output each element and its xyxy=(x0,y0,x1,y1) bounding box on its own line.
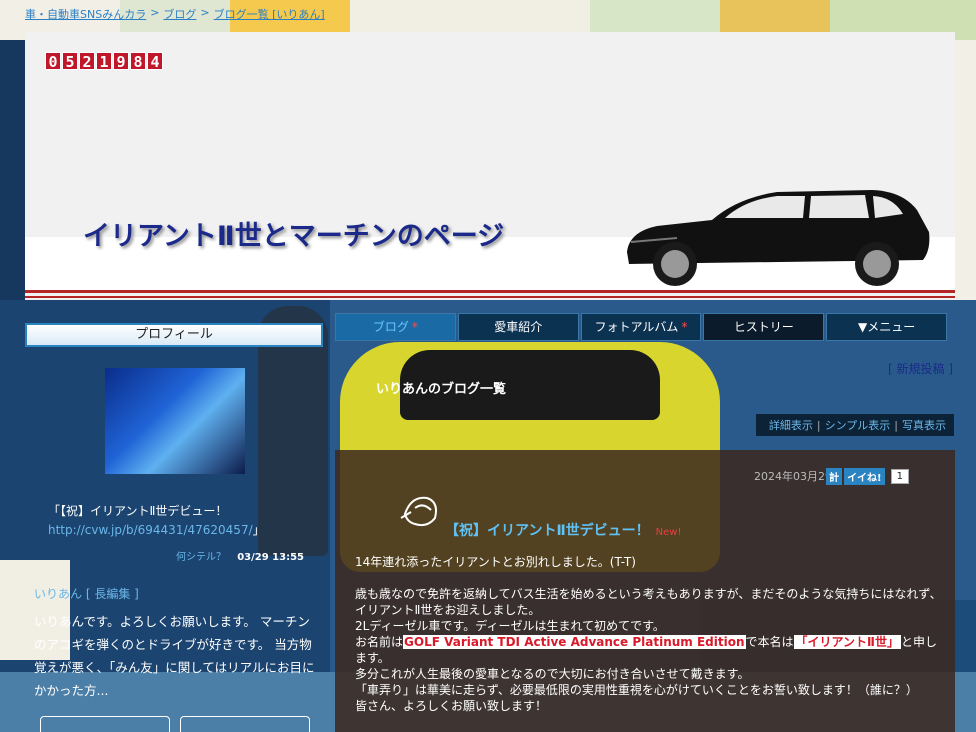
view-detail-link[interactable]: 詳細表示 xyxy=(765,417,817,433)
view-mode-bar: 詳細表示 | シンプル表示 | 写真表示 xyxy=(756,414,954,436)
new-badge: New! xyxy=(655,527,682,538)
nav-label: ブログ xyxy=(372,320,409,334)
nav-label: フォトアルバム xyxy=(594,320,679,334)
like-label[interactable]: イイね! xyxy=(844,468,885,485)
status-meta-link[interactable]: 何シテル？ xyxy=(176,552,226,563)
entry-paragraph: 歳も歳なので免許を返納してバス生活を始めるという考えもありますが、まだそのような… xyxy=(355,587,942,617)
entry-paragraph: 多分これが人生最後の愛車となるので大切にお付き合いさせて戴きます。 xyxy=(355,667,750,681)
breadcrumb-home[interactable]: 車・自動車SNSみんカラ xyxy=(25,6,146,22)
nav-menu[interactable]: ▼メニュー xyxy=(826,313,947,341)
highlight-car-name: 「イリアントⅡ世」 xyxy=(793,635,901,649)
profile-image[interactable] xyxy=(105,368,245,474)
text-run: お名前は xyxy=(355,635,404,649)
like-total-prefix: 計 xyxy=(826,468,843,485)
status-link[interactable]: http://cvw.jp/b/694431/47620457/ xyxy=(48,523,253,537)
blog-category-icon xyxy=(400,496,437,527)
blog-list-title: いりあんのブログ一覧 xyxy=(376,382,507,397)
entry-body: 14年連れ添ったイリアントとお別れしました。(T-T) 歳も歳なので免許を返納し… xyxy=(355,554,945,714)
highlight-model-name: GOLF Variant TDI Active Advance Platinum… xyxy=(403,635,746,649)
entry-paragraph: 2Lディーゼル車です。ディーゼルは生まれて初めてです。 xyxy=(355,619,665,633)
status-date: 03/29 13:55 xyxy=(237,552,304,563)
user-name-row: いりあん [ 長編集 ] xyxy=(34,585,139,602)
user-bio: いりあんです。よろしくお願いします。 マーチンのアコギを弾くのとドライブが好きで… xyxy=(34,614,315,698)
site-header: 0 5 2 1 9 8 4 イリアントⅡ世とマーチンのページ xyxy=(25,32,955,300)
bracket-close: ] xyxy=(944,362,954,376)
entry-title: 【祝】イリアントⅡ世デビュー！ New! xyxy=(445,520,682,540)
bracket-open: [ xyxy=(888,362,897,376)
status-meta: 何シテル？ 03/29 13:55 xyxy=(176,548,304,563)
header-rule xyxy=(25,296,955,298)
user-name[interactable]: いりあん xyxy=(34,587,82,601)
profile-heading: プロフィール xyxy=(25,323,323,347)
nav-blog[interactable]: ブログ * xyxy=(335,313,456,341)
nav-label: ヒストリー xyxy=(733,320,794,334)
counter-digit: 4 xyxy=(147,52,163,71)
breadcrumb: 車・自動車SNSみんカラ > ブログ > ブログ一覧 [いりあん] xyxy=(25,6,325,22)
status-text: 「【祝】イリアントⅡ世デビュー！ xyxy=(48,504,228,518)
car-image xyxy=(627,190,930,286)
new-post-wrapper: [ 新規投稿 ] xyxy=(888,360,953,377)
stat-button[interactable] xyxy=(180,716,310,732)
counter-digit: 9 xyxy=(113,52,129,71)
main-nav: ブログ * 愛車紹介 フォトアルバム * ヒストリー ▼メニュー xyxy=(335,313,947,341)
counter-digit: 5 xyxy=(62,52,78,71)
view-photo-link[interactable]: 写真表示 xyxy=(898,417,950,433)
nav-asterisk: * xyxy=(411,320,418,334)
entry-paragraph: 皆さん、よろしくお願い致します！ xyxy=(355,699,548,713)
entry-paragraph: 14年連れ添ったイリアントとお別れしました。(T-T) xyxy=(355,555,636,569)
nav-photo-album[interactable]: フォトアルバム * xyxy=(580,313,702,341)
nav-asterisk: * xyxy=(681,320,688,334)
counter-digit: 0 xyxy=(45,52,61,71)
nav-label: ▼メニュー xyxy=(857,320,916,334)
nav-label: 愛車紹介 xyxy=(494,320,543,334)
text-run: で本名は xyxy=(745,635,794,649)
counter-digit: 8 xyxy=(130,52,146,71)
entry-paragraph: 「車弄り」は華美に走らず、必要最低限の実用性重視を心がけていくことをお誓い致しま… xyxy=(355,683,918,697)
breadcrumb-separator: > xyxy=(150,6,160,19)
nav-history[interactable]: ヒストリー xyxy=(703,313,825,341)
status-close: 」 xyxy=(252,523,265,537)
counter-digit: 1 xyxy=(96,52,112,71)
latest-status: 「【祝】イリアントⅡ世デビュー！ http://cvw.jp/b/694431/… xyxy=(48,502,308,540)
breadcrumb-separator: > xyxy=(200,6,210,19)
blog-entry: 2024年03月29日 計 イイね! 1 【祝】イリアントⅡ世デビュー！ New!… xyxy=(335,450,955,732)
entry-title-link[interactable]: 【祝】イリアントⅡ世デビュー！ xyxy=(445,523,650,539)
counter-digit: 2 xyxy=(79,52,95,71)
header-rule xyxy=(25,290,955,293)
like-count: 1 xyxy=(890,469,909,484)
stat-button[interactable] xyxy=(40,716,170,732)
site-title: イリアントⅡ世とマーチンのページ xyxy=(83,221,505,252)
view-simple-link[interactable]: シンプル表示 xyxy=(821,417,895,433)
user-rank[interactable]: [ 長編集 ] xyxy=(86,587,139,601)
nav-my-car[interactable]: 愛車紹介 xyxy=(457,313,579,341)
breadcrumb-blog-list[interactable]: ブログ一覧 [いりあん] xyxy=(214,6,325,22)
breadcrumb-blog[interactable]: ブログ xyxy=(163,6,196,22)
like-widget[interactable]: 計 イイね! 1 xyxy=(826,468,909,485)
access-counter: 0 5 2 1 9 8 4 xyxy=(45,52,163,71)
entry-paragraph: お名前はGOLF Variant TDI Active Advance Plat… xyxy=(355,634,945,666)
new-post-link[interactable]: 新規投稿 xyxy=(897,362,945,376)
